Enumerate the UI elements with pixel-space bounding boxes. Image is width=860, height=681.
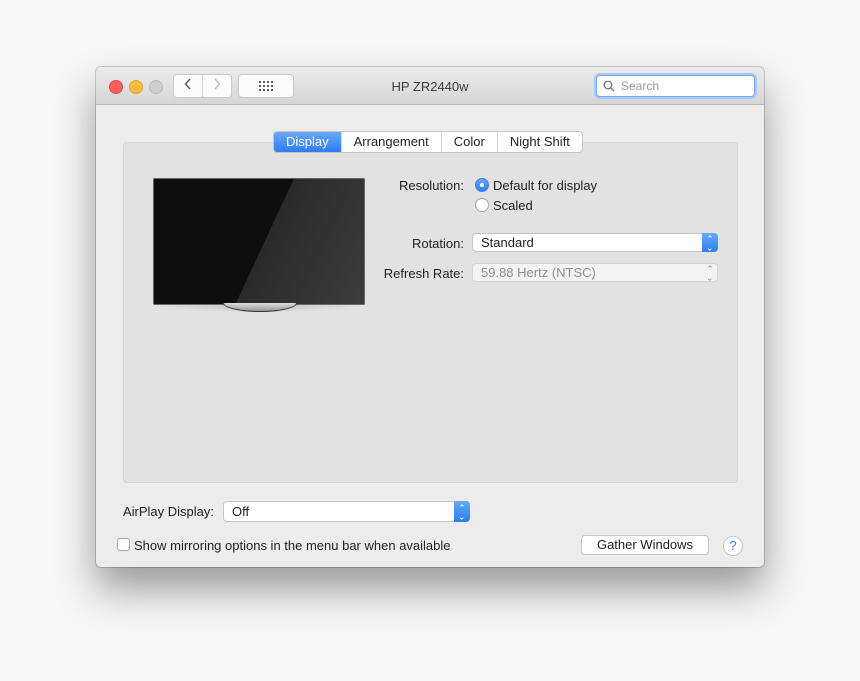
airplay-value: Off (232, 504, 250, 519)
question-mark-icon: ? (729, 538, 737, 553)
title-bar: HP ZR2440w (96, 67, 764, 105)
rotation-select[interactable]: Standard ⌃ ⌃ (472, 233, 718, 252)
radio-default-label[interactable]: Default for display (493, 178, 597, 193)
radio-scaled[interactable] (475, 198, 489, 212)
search-input[interactable] (619, 78, 748, 94)
refresh-rate-value: 59.88 Hertz (NTSC) (481, 265, 596, 280)
tab-display[interactable]: Display (274, 132, 341, 152)
preferences-window: HP ZR2440w Display Arrangement Color Nig… (96, 67, 764, 567)
gather-windows-button[interactable]: Gather Windows (581, 535, 709, 555)
updown-chevron-icon: ⌃ ⌃ (454, 501, 470, 522)
refresh-rate-select[interactable]: 59.88 Hertz (NTSC) ⌃ ⌃ (472, 263, 718, 282)
rotation-label: Rotation: (411, 236, 464, 251)
refresh-rate-label: Refresh Rate: (383, 266, 464, 281)
airplay-select[interactable]: Off ⌃ ⌃ (223, 501, 470, 522)
radio-scaled-label[interactable]: Scaled (493, 198, 533, 213)
tab-bar: Display Arrangement Color Night Shift (273, 131, 583, 153)
help-button[interactable]: ? (723, 536, 743, 556)
rotation-value: Standard (481, 235, 534, 250)
search-field[interactable] (596, 75, 755, 97)
resolution-label: Resolution: (398, 178, 464, 193)
mirroring-checkbox-label[interactable]: Show mirroring options in the menu bar w… (134, 538, 451, 553)
mirroring-checkbox[interactable] (117, 538, 130, 551)
updown-chevron-icon: ⌃ ⌃ (706, 263, 714, 282)
radio-default-for-display[interactable] (475, 178, 489, 192)
search-icon (603, 80, 615, 92)
tab-night-shift[interactable]: Night Shift (496, 132, 582, 152)
updown-chevron-icon: ⌃ ⌃ (702, 233, 718, 252)
monitor-icon (153, 178, 365, 305)
airplay-label: AirPlay Display: (122, 504, 214, 519)
tab-arrangement[interactable]: Arrangement (340, 132, 441, 152)
tab-color[interactable]: Color (440, 132, 497, 152)
